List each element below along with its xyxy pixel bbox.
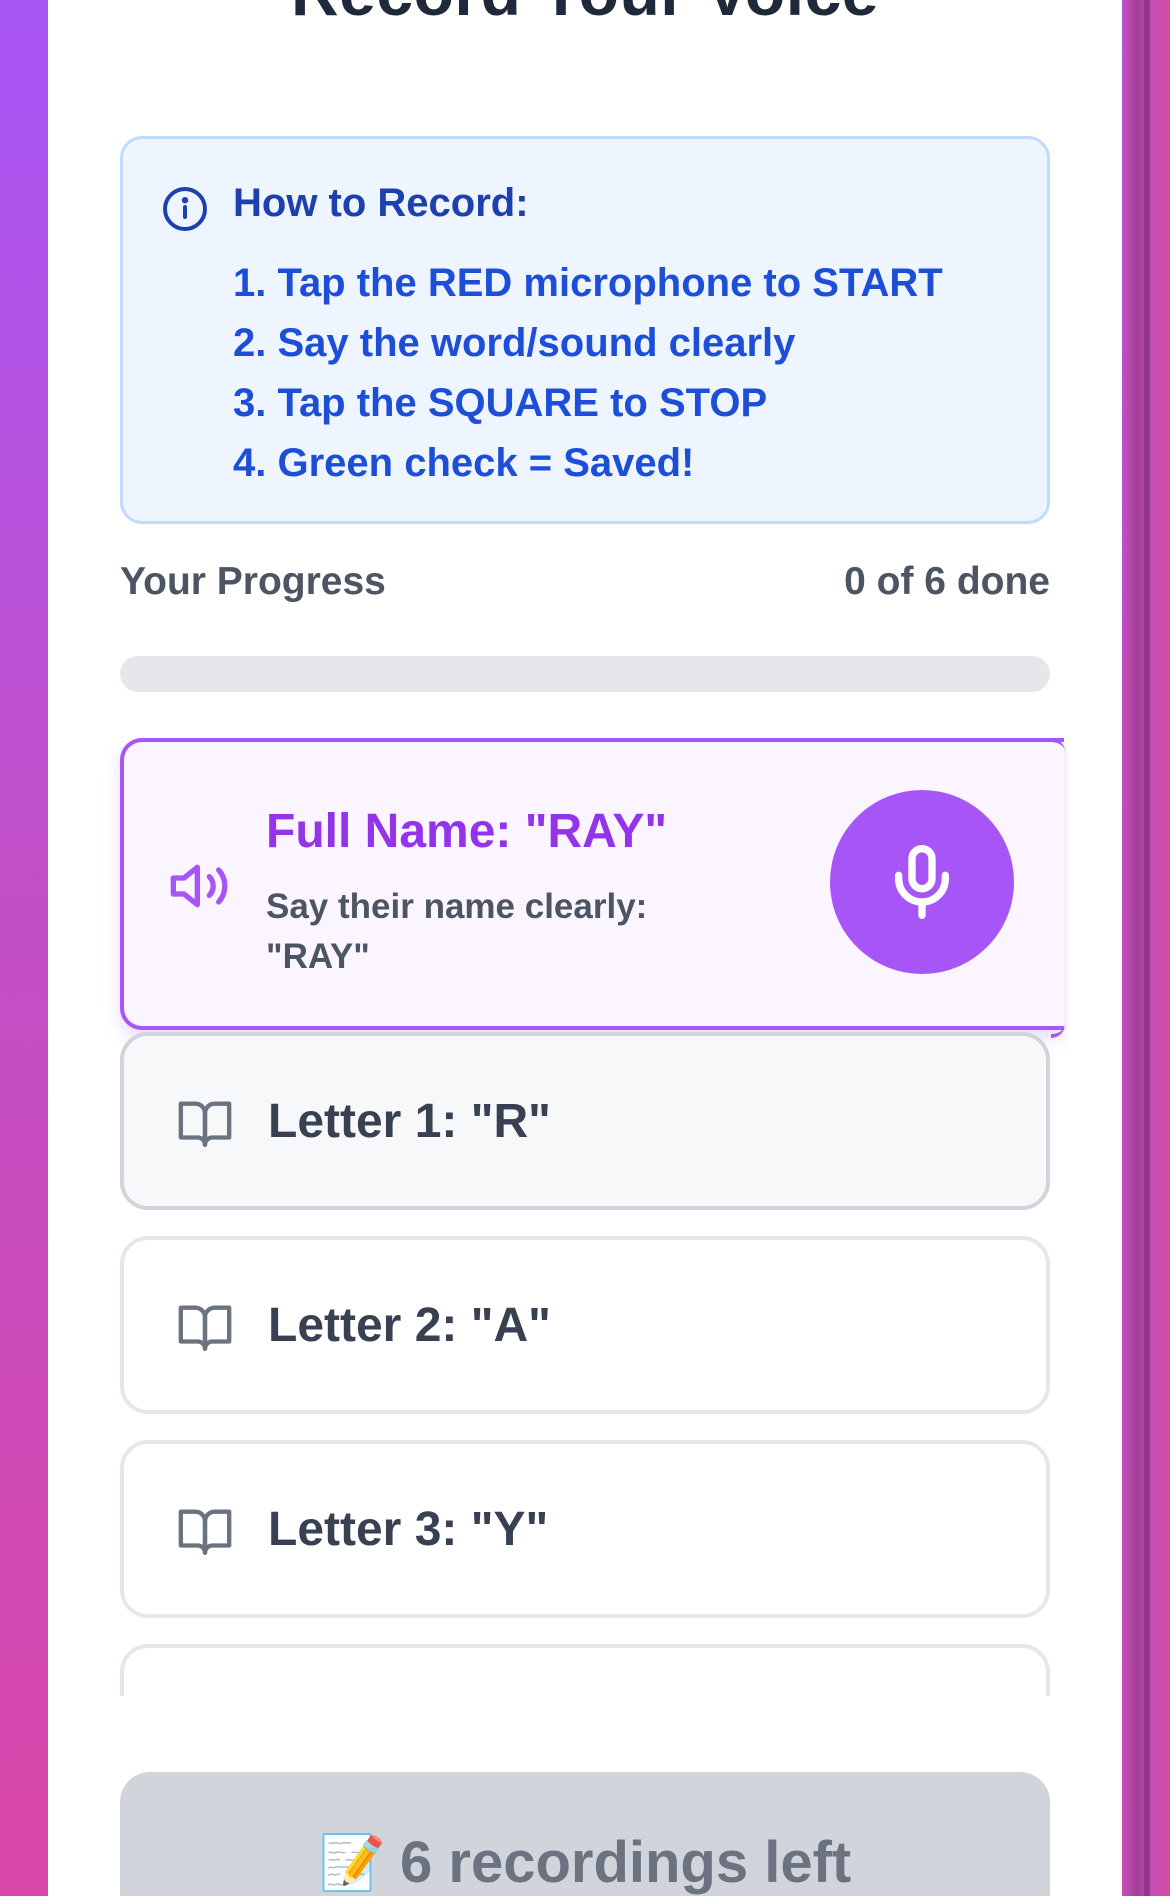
page-title: Record Your Voice bbox=[48, 0, 1122, 32]
recordings-left-button[interactable]: 📝 6 recordings left bbox=[120, 1772, 1050, 1896]
book-open-icon bbox=[178, 1305, 232, 1351]
info-icon bbox=[163, 187, 207, 231]
recording-label: Letter 2: "A" bbox=[268, 1299, 551, 1352]
speaker-icon[interactable] bbox=[168, 854, 232, 918]
instruction-step: 4. Green check = Saved! bbox=[233, 441, 695, 485]
instructions-box: How to Record: 1. Tap the RED microphone… bbox=[120, 136, 1050, 524]
background-panel-edge bbox=[1124, 0, 1170, 1896]
recording-title: Full Name: "RAY" bbox=[266, 805, 668, 858]
recording-label: Letter 1: "R" bbox=[268, 1095, 551, 1148]
book-open-icon bbox=[178, 1509, 232, 1555]
progress-bar bbox=[120, 656, 1050, 692]
main-card: Record Your Voice How to Record: 1. Tap … bbox=[48, 0, 1122, 1896]
progress-count: 0 of 6 done bbox=[844, 560, 1050, 603]
recordings-left-label: 6 recordings left bbox=[400, 1830, 852, 1895]
memo-icon: 📝 bbox=[318, 1833, 386, 1893]
instructions-steps: 1. Tap the RED microphone to START 2. Sa… bbox=[233, 253, 943, 493]
instruction-step: 1. Tap the RED microphone to START bbox=[233, 261, 943, 305]
instruction-step: 3. Tap the SQUARE to STOP bbox=[233, 381, 768, 425]
record-button[interactable] bbox=[830, 790, 1014, 974]
recording-item[interactable]: Letter 3: "Y" bbox=[120, 1440, 1050, 1618]
book-open-icon bbox=[178, 1101, 232, 1147]
recording-item[interactable]: Letter 2: "A" bbox=[120, 1236, 1050, 1414]
instruction-step: 2. Say the word/sound clearly bbox=[233, 321, 796, 365]
instructions-title: How to Record: bbox=[233, 181, 529, 225]
microphone-icon bbox=[895, 845, 949, 919]
recording-item[interactable]: Letter 1: "R" bbox=[120, 1032, 1050, 1210]
recording-instruction: Say their name clearly: "RAY" bbox=[266, 887, 648, 976]
progress-label: Your Progress bbox=[120, 560, 386, 603]
recordings-list[interactable]: Full Name: "RAY" Say their name clearly:… bbox=[108, 736, 1068, 1696]
recording-item-active[interactable]: Full Name: "RAY" Say their name clearly:… bbox=[120, 738, 1065, 1038]
recording-item-partial[interactable] bbox=[120, 1644, 1050, 1696]
recording-label: Letter 3: "Y" bbox=[268, 1503, 549, 1556]
